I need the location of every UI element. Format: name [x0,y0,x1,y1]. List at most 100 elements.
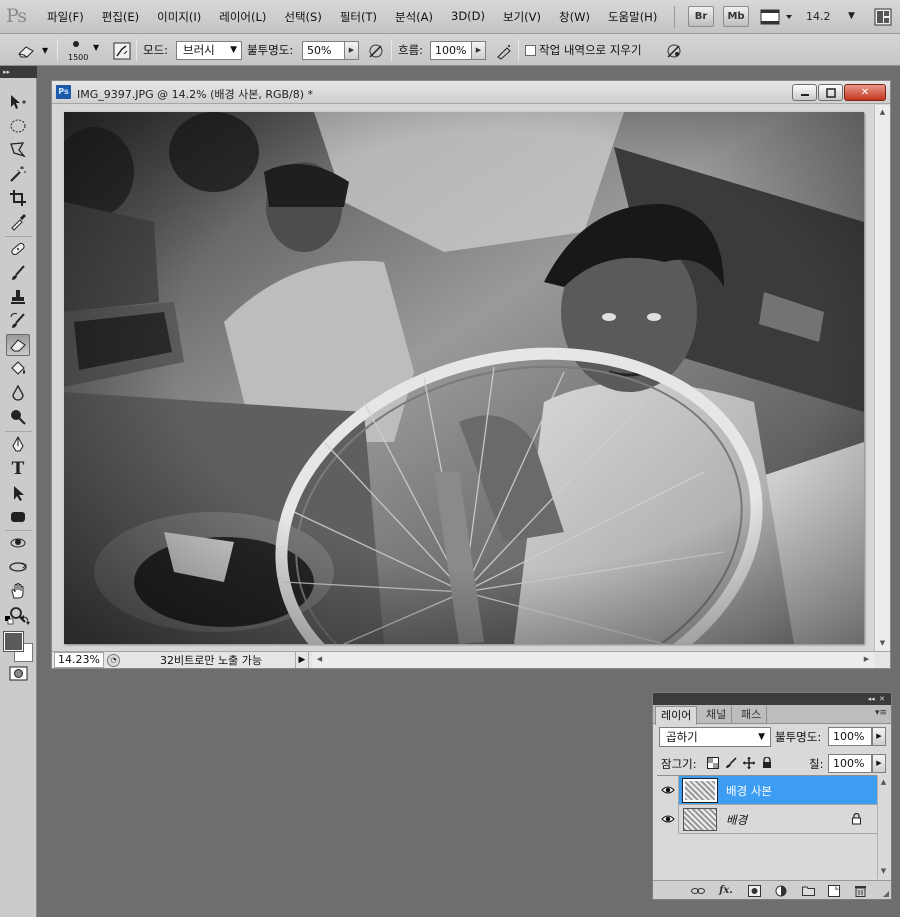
mode-select[interactable]: 브러시 ▼ [176,41,242,60]
default-colors-button[interactable] [3,614,33,628]
screen-mode-button[interactable] [760,8,796,26]
path-selection-tool[interactable] [6,482,30,504]
quick-mask-button[interactable] [9,666,28,681]
pressure-opacity-toggle[interactable] [367,42,385,60]
opacity-slider-toggle[interactable]: ▶ [344,41,359,60]
menu-analysis[interactable]: 분석(A) [386,9,442,25]
flow-slider-toggle[interactable]: ▶ [471,41,486,60]
quick-selection-tool[interactable] [6,163,30,185]
crop-tool[interactable] [6,187,30,209]
bridge-button[interactable]: Br [688,6,714,27]
tab-layers[interactable]: 레이어 [655,706,698,725]
minimize-button[interactable] [792,84,817,101]
horizontal-scrollbar[interactable]: ◀ ▶ [312,652,874,668]
scroll-down-icon[interactable]: ▼ [877,864,890,879]
close-button[interactable]: ✕ [844,84,886,101]
fill-input[interactable]: 100% [828,754,872,773]
scroll-left-icon[interactable]: ◀ [312,652,327,667]
brush-tool[interactable] [6,262,30,284]
eyedropper-tool[interactable] [6,211,30,233]
scroll-right-icon[interactable]: ▶ [859,652,874,667]
layer-list-scrollbar[interactable]: ▲ ▼ [877,775,890,879]
status-zoom-field[interactable]: 14.23% [54,652,104,668]
layer-opacity-slider-toggle[interactable]: ▶ [872,727,886,746]
shape-tool[interactable] [6,506,30,528]
type-tool[interactable]: T [6,458,30,480]
layer-name[interactable]: 배경 사본 [726,783,772,799]
history-brush-tool[interactable] [6,310,30,332]
menu-help[interactable]: 도움말(H) [599,9,666,25]
opacity-input[interactable]: 50% [302,41,346,60]
lock-transparent-pixels-button[interactable] [706,756,719,769]
status-menu-arrow-icon[interactable]: ▶ [295,652,309,668]
layer-name[interactable]: 배경 [726,812,747,828]
eye-icon[interactable] [660,783,676,797]
collapse-tools-icon[interactable]: ▸▸ [0,66,37,78]
eraser-tool[interactable] [6,334,30,356]
chevron-down-icon[interactable]: ▼ [848,11,855,21]
healing-brush-tool[interactable] [6,238,30,260]
hand-tool[interactable] [6,580,30,602]
layer-row[interactable]: 배경 [657,805,877,834]
add-mask-icon[interactable] [747,884,761,897]
canvas-area[interactable] [53,105,873,651]
scroll-up-icon[interactable]: ▲ [877,775,890,790]
new-layer-icon[interactable] [827,884,841,897]
3d-rotate-tool[interactable] [6,532,30,554]
3d-orbit-tool[interactable] [6,556,30,578]
eraser-tool-preset-picker[interactable] [16,42,34,60]
tab-paths[interactable]: 패스 [736,706,768,724]
lock-all-button[interactable] [760,756,773,769]
document-image[interactable] [64,112,864,644]
menu-image[interactable]: 이미지(I) [148,9,210,25]
menu-layer[interactable]: 레이어(L) [210,9,275,25]
arrange-documents-button[interactable] [874,8,892,26]
layer-opacity-input[interactable]: 100% [828,727,872,746]
blur-tool[interactable] [6,382,30,404]
info-icon[interactable]: ◔ [107,654,120,667]
clone-stamp-tool[interactable] [6,286,30,308]
menu-filter[interactable]: 필터(T) [331,9,386,25]
flow-input[interactable]: 100% [430,41,472,60]
menu-file[interactable]: 파일(F) [38,9,93,25]
lasso-tool[interactable] [6,139,30,161]
foreground-color-swatch[interactable] [3,631,24,652]
airbrush-toggle[interactable] [495,42,513,60]
panel-collapse-icon[interactable]: ◂◂ ✕ [653,693,891,705]
lock-image-pixels-button[interactable] [724,756,737,769]
vertical-scrollbar[interactable]: ▲ ▼ [874,105,890,651]
zoom-level[interactable]: 14.2 [806,10,831,23]
pen-tool[interactable] [6,434,30,456]
scroll-down-icon[interactable]: ▼ [875,636,890,651]
adjustment-layer-icon[interactable] [774,884,788,897]
dodge-tool[interactable] [6,406,30,428]
lock-position-button[interactable] [742,756,755,769]
panel-menu-icon[interactable]: ▾≡ [875,708,887,718]
layer-row[interactable]: 배경 사본 [657,776,877,805]
new-group-icon[interactable] [801,884,815,897]
resize-grip-icon[interactable]: ◢ [883,889,889,898]
fill-slider-toggle[interactable]: ▶ [872,754,886,773]
menu-view[interactable]: 보기(V) [494,9,550,25]
eye-icon[interactable] [660,812,676,826]
document-titlebar[interactable]: Ps IMG_9397.JPG @ 14.2% (배경 사본, RGB/8) *… [52,81,890,104]
layer-style-fx-icon[interactable]: fx. [719,884,733,897]
menu-window[interactable]: 창(W) [550,9,599,25]
menu-3d[interactable]: 3D(D) [442,9,494,25]
link-layers-icon[interactable] [691,884,705,897]
scroll-up-icon[interactable]: ▲ [875,105,890,120]
blend-mode-select[interactable]: 곱하기 ▼ [659,727,771,747]
maximize-button[interactable] [818,84,843,101]
delete-layer-icon[interactable] [853,884,867,897]
brush-preset-picker[interactable]: 1500 ▼ [64,37,100,63]
pressure-size-toggle[interactable] [665,42,683,60]
brush-panel-toggle[interactable] [113,42,131,60]
erase-history-checkbox[interactable] [525,45,536,56]
marquee-tool[interactable] [6,115,30,137]
paint-bucket-tool[interactable] [6,358,30,380]
chevron-down-icon[interactable]: ▼ [42,46,48,55]
move-tool[interactable] [6,91,30,113]
minibridge-button[interactable]: Mb [723,6,749,27]
tab-channels[interactable]: 채널 [701,706,733,724]
menu-edit[interactable]: 편집(E) [93,9,148,25]
